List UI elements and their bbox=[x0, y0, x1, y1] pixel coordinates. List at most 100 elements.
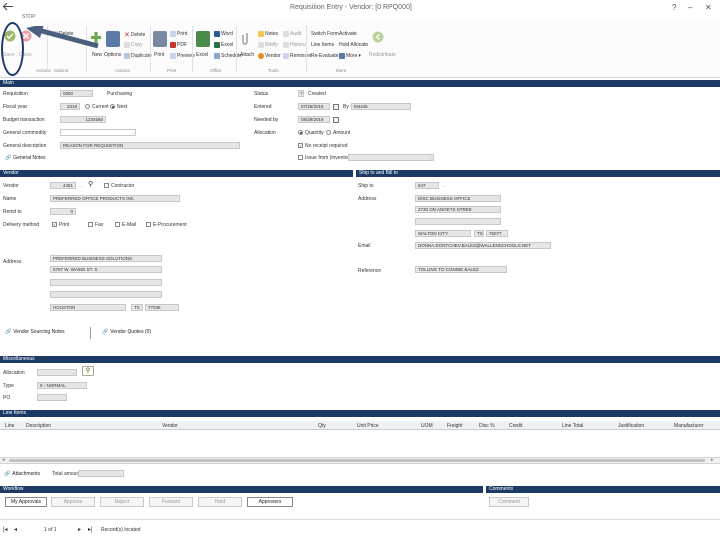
ep-checkbox[interactable] bbox=[146, 222, 151, 227]
general-commodity-field[interactable] bbox=[60, 129, 136, 136]
col-justification[interactable]: Justification bbox=[618, 423, 644, 429]
first-page-icon[interactable]: |◂ bbox=[3, 526, 8, 533]
misc-type-field[interactable]: 0 - NORMAL bbox=[37, 382, 87, 389]
forward-button[interactable]: Forward bbox=[149, 497, 193, 507]
new-button[interactable]: New bbox=[92, 52, 102, 58]
prev-page-icon[interactable]: ◂ bbox=[14, 526, 17, 533]
col-uom[interactable]: UOM bbox=[421, 423, 433, 429]
print-checkbox[interactable]: ✓ bbox=[52, 222, 57, 227]
switch-form-button[interactable]: Switch Form bbox=[311, 31, 339, 37]
lookup-icon[interactable]: ⚲ bbox=[82, 366, 94, 376]
print-form-button[interactable]: Print bbox=[170, 31, 187, 37]
vendor-tool-button[interactable]: Vendor bbox=[258, 53, 281, 59]
scroll-right-icon[interactable]: ▸ bbox=[711, 457, 714, 463]
attachments-link[interactable]: 🔗 Attachments bbox=[4, 471, 40, 477]
scrollbar-thumb[interactable] bbox=[9, 459, 705, 462]
city-field[interactable]: HOUSTON bbox=[50, 304, 126, 311]
pdf-button[interactable]: PDF bbox=[170, 42, 187, 48]
ellipsis-icon[interactable]: … bbox=[130, 129, 136, 136]
entered-field[interactable]: 07/25/2019 bbox=[298, 103, 330, 110]
contractor-checkbox[interactable] bbox=[104, 183, 109, 188]
col-credit[interactable]: Credit bbox=[509, 423, 522, 429]
ship-to-field[interactable]: 547 bbox=[415, 182, 439, 189]
calendar-icon[interactable] bbox=[333, 117, 339, 123]
issue-from-field[interactable] bbox=[348, 154, 434, 161]
attach-icon[interactable] bbox=[240, 31, 254, 47]
col-description[interactable]: Description bbox=[26, 423, 51, 429]
ship-city-field[interactable]: WALTON CITY bbox=[415, 230, 471, 237]
ship-address-line-3[interactable] bbox=[415, 218, 501, 225]
printer-icon[interactable] bbox=[153, 31, 167, 47]
remit-field[interactable]: 0 bbox=[50, 208, 76, 215]
back-arrow-icon[interactable] bbox=[2, 2, 14, 11]
excel-big-button[interactable]: Excel bbox=[196, 52, 208, 58]
help-icon[interactable]: ? bbox=[672, 3, 676, 12]
more-button[interactable]: More ▾ bbox=[339, 53, 361, 59]
address-line-3[interactable] bbox=[50, 279, 162, 286]
sourcing-notes-link[interactable]: 🔗 Vendor Sourcing Notes bbox=[5, 329, 65, 335]
misc-po-field[interactable] bbox=[37, 394, 67, 401]
status-code-field[interactable]: ? bbox=[298, 90, 304, 97]
next-page-icon[interactable]: ▸ bbox=[78, 526, 81, 533]
issue-from-checkbox[interactable] bbox=[298, 155, 303, 160]
general-description-field[interactable]: REASON FOR REQUISITION bbox=[60, 142, 240, 149]
amount-radio[interactable] bbox=[326, 130, 331, 135]
notes-button[interactable]: Notes bbox=[258, 31, 278, 37]
address-line-4[interactable] bbox=[50, 291, 162, 298]
comment-button[interactable]: Comment bbox=[489, 497, 529, 507]
by-field[interactable]: M4445 bbox=[351, 103, 411, 110]
ellipsis-icon[interactable]: … bbox=[428, 154, 434, 161]
approvers-button[interactable]: Approvers bbox=[247, 497, 293, 507]
col-qty[interactable]: Qty bbox=[318, 423, 326, 429]
activate-button[interactable]: Activate bbox=[339, 31, 357, 37]
name-field[interactable]: PREFERRED OFFICE PRODUCTS INC bbox=[50, 195, 180, 202]
col-disc[interactable]: Disc % bbox=[479, 423, 495, 429]
ellipsis-icon[interactable]: … bbox=[441, 182, 447, 189]
ship-address-line-1[interactable]: DISC BUSINESS OFFICE bbox=[415, 195, 501, 202]
col-line-total[interactable]: Line Total bbox=[562, 423, 583, 429]
budget-transaction-field[interactable]: 1234560 bbox=[60, 116, 106, 123]
ship-email-field[interactable]: DONNA.DONTCHEV.BALEZ@WALLENSCHOOLS.NET bbox=[415, 242, 551, 249]
zip-field[interactable]: 77036 bbox=[145, 304, 179, 311]
hold-button[interactable]: Hold bbox=[198, 497, 242, 507]
reject-button[interactable]: Reject bbox=[100, 497, 144, 507]
excel-icon[interactable] bbox=[196, 31, 210, 47]
copy-button[interactable]: Copy bbox=[124, 42, 143, 48]
email-checkbox[interactable] bbox=[115, 222, 120, 227]
col-vendor[interactable]: Vendor bbox=[162, 423, 178, 429]
approve-button[interactable]: Approve bbox=[51, 497, 95, 507]
delete-button[interactable]: ✕ Delete bbox=[124, 31, 145, 39]
vendor-lookup-icon[interactable]: ⚲ bbox=[88, 180, 93, 188]
hold-allocate-button[interactable]: Hold Allocate bbox=[339, 42, 368, 48]
notify-button[interactable]: Notify bbox=[258, 42, 278, 48]
col-manufacturer[interactable]: Manufacturer bbox=[674, 423, 703, 429]
ship-address-line-2[interactable]: 2730 ON ANGETS STREE bbox=[415, 206, 501, 213]
fiscal-year-field[interactable]: 2018 bbox=[60, 103, 80, 110]
print-button[interactable]: Print bbox=[154, 52, 164, 58]
col-freight[interactable]: Freight bbox=[447, 423, 463, 429]
no-receipt-checkbox[interactable]: ✓ bbox=[298, 143, 303, 148]
redistribute-icon[interactable] bbox=[371, 31, 385, 47]
attach-button[interactable]: Attach bbox=[240, 52, 254, 58]
audit-button[interactable]: Audit bbox=[283, 31, 301, 37]
my-approvals-button[interactable]: My Approvals bbox=[5, 497, 47, 507]
line-items-button[interactable]: Line Items bbox=[311, 42, 334, 48]
reminder-button[interactable]: Reminder bbox=[283, 53, 312, 59]
schedule-button[interactable]: Schedule bbox=[214, 53, 242, 59]
needed-by-field[interactable]: 08/29/2019 bbox=[298, 116, 330, 123]
history-button[interactable]: History bbox=[283, 42, 306, 48]
options-button[interactable]: Options bbox=[104, 52, 121, 58]
vendor-quotes-link[interactable]: 🔗 Vendor Quotes (0) bbox=[102, 329, 151, 335]
fax-checkbox[interactable] bbox=[88, 222, 93, 227]
word-button[interactable]: Word bbox=[214, 31, 233, 37]
quantity-radio[interactable] bbox=[298, 130, 303, 135]
reference-field[interactable]: TOLLING TO CONNIE BALEZ bbox=[415, 266, 507, 273]
minimize-icon[interactable]: – bbox=[688, 3, 692, 12]
options-icon[interactable] bbox=[106, 31, 120, 47]
ship-state-field[interactable]: TX bbox=[474, 230, 484, 237]
ellipsis-icon[interactable]: … bbox=[87, 90, 93, 97]
ship-zip-field[interactable]: 75077 bbox=[486, 230, 508, 237]
ellipsis-icon[interactable]: … bbox=[71, 369, 77, 376]
calendar-icon[interactable] bbox=[333, 104, 339, 110]
ellipsis-icon[interactable]: … bbox=[77, 182, 83, 189]
